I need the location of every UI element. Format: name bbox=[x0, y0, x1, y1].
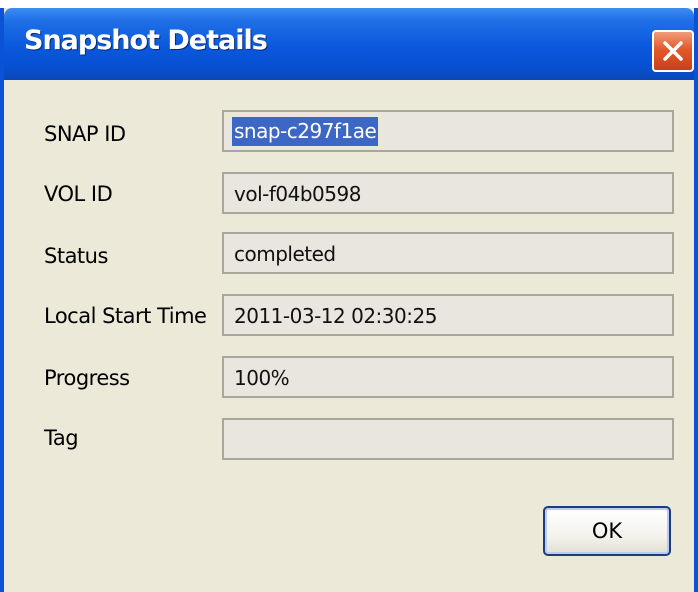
snap-id-field[interactable]: snap-c297f1ae bbox=[222, 110, 674, 152]
ok-button[interactable]: OK bbox=[543, 506, 671, 556]
dialog-title: Snapshot Details bbox=[24, 25, 268, 56]
close-icon bbox=[663, 41, 683, 61]
tag-field[interactable] bbox=[222, 418, 674, 460]
tag-label: Tag bbox=[44, 426, 79, 450]
snapshot-details-dialog: Snapshot Details SNAP ID snap-c297f1ae V… bbox=[0, 8, 698, 592]
title-bar[interactable]: Snapshot Details bbox=[4, 8, 694, 80]
status-field[interactable]: completed bbox=[222, 232, 674, 274]
snap-id-value: snap-c297f1ae bbox=[232, 117, 379, 146]
progress-field[interactable]: 100% bbox=[222, 356, 674, 398]
status-value: completed bbox=[234, 242, 336, 266]
close-button[interactable] bbox=[652, 30, 694, 72]
local-start-time-value: 2011-03-12 02:30:25 bbox=[234, 304, 437, 328]
progress-value: 100% bbox=[234, 366, 290, 390]
status-label: Status bbox=[44, 244, 108, 268]
local-start-time-field[interactable]: 2011-03-12 02:30:25 bbox=[222, 294, 674, 336]
progress-label: Progress bbox=[44, 366, 130, 390]
snap-id-label: SNAP ID bbox=[44, 122, 126, 146]
local-start-time-label: Local Start Time bbox=[44, 304, 207, 328]
vol-id-label: VOL ID bbox=[44, 182, 113, 206]
vol-id-field[interactable]: vol-f04b0598 bbox=[222, 172, 674, 214]
vol-id-value: vol-f04b0598 bbox=[234, 182, 361, 206]
